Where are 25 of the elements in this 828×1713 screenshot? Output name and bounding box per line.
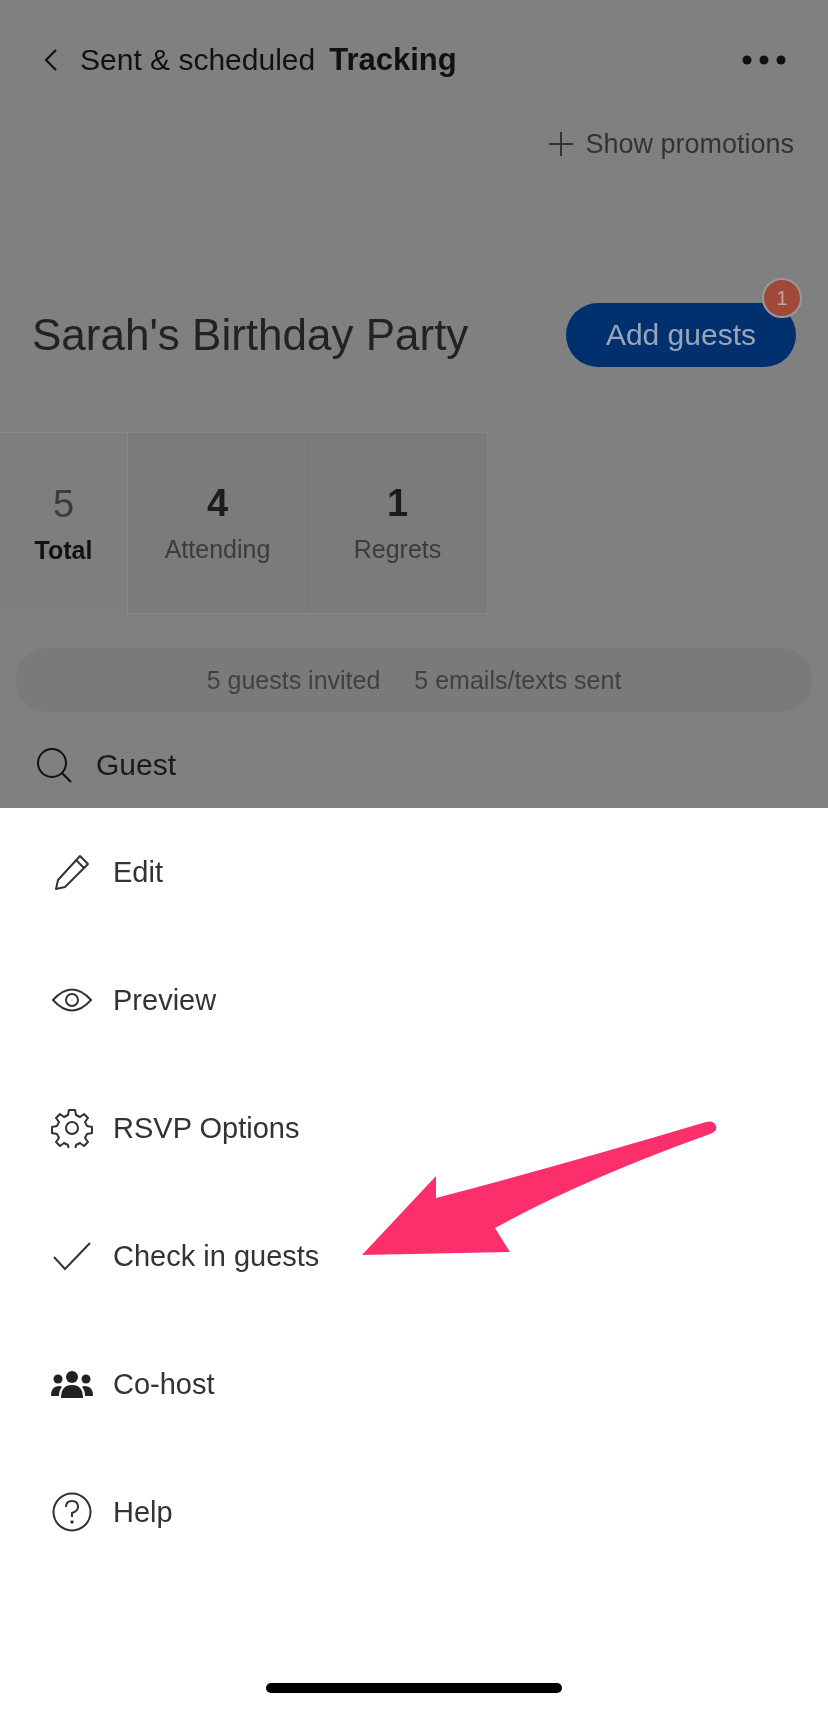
- event-title: Sarah's Birthday Party: [32, 310, 469, 360]
- search-icon: [36, 747, 72, 783]
- people-icon: [50, 1370, 94, 1398]
- stat-tab[interactable]: 1 Regrets: [308, 432, 488, 614]
- notification-badge: 1: [762, 278, 802, 318]
- menu-item[interactable]: Co-host: [0, 1320, 828, 1448]
- search-field[interactable]: Guest: [94, 747, 398, 783]
- menu-item[interactable]: Edit: [0, 808, 828, 936]
- page-title: Tracking: [329, 42, 457, 78]
- menu-item[interactable]: RSVP Options: [0, 1064, 828, 1192]
- menu-item[interactable]: Check in guests: [0, 1192, 828, 1320]
- eye-icon: [50, 987, 94, 1013]
- more-icon[interactable]: [742, 55, 786, 65]
- settings-icon: [50, 1108, 94, 1148]
- help-icon: [50, 1492, 94, 1532]
- menu-item[interactable]: Preview: [0, 936, 828, 1064]
- stat-tab[interactable]: 5 Total: [0, 432, 128, 614]
- summary-text: 5 guests invited: [206, 665, 381, 695]
- back-icon[interactable]: [44, 48, 58, 72]
- summary-text: 5 emails/texts sent: [414, 665, 622, 695]
- back-label[interactable]: Sent & scheduled: [80, 43, 316, 77]
- menu-item[interactable]: Help: [0, 1448, 828, 1576]
- checkmark-icon: [50, 1241, 94, 1271]
- plus-icon: [549, 132, 574, 156]
- stat-tab[interactable]: 4 Attending: [128, 432, 308, 614]
